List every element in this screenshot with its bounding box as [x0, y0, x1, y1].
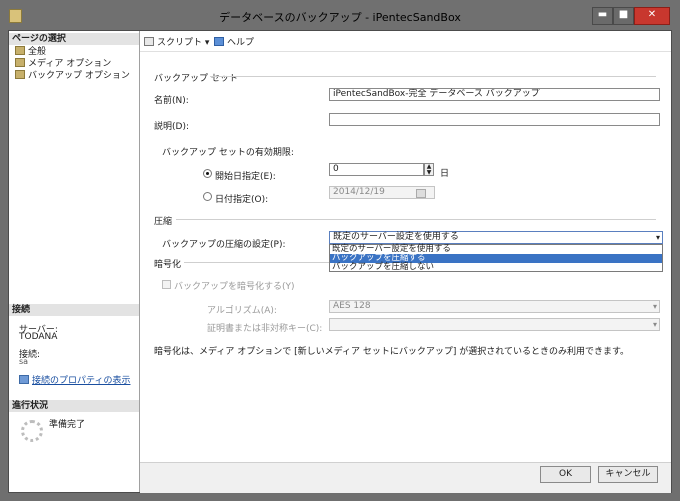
algorithm-label: アルゴリズム(A): [207, 306, 277, 316]
compression-dropdown-list[interactable]: 既定のサーバー設定を使用する バックアップを圧縮する バックアップを圧縮しない [329, 244, 663, 272]
expiration-label: バックアップ セットの有効期限: [162, 148, 294, 158]
encrypt-check-label: バックアップを暗号化する(Y) [174, 282, 295, 292]
divider [184, 262, 329, 263]
window-title: データベースのバックアップ - iPentecSandBox [219, 11, 461, 24]
progress-header: 進行状況 [9, 400, 139, 412]
help-button[interactable]: ヘルプ [214, 35, 254, 48]
divider [210, 76, 656, 77]
divider [176, 219, 656, 220]
left-pane: ページの選択 全般 メディア オプション バックアップ オプション 接続 サーバ… [9, 31, 140, 492]
after-days-label: 開始日指定(E): [215, 172, 276, 182]
nav-item-backup-options[interactable]: バックアップ オプション [15, 70, 130, 81]
minimize-button[interactable]: ▬ [592, 7, 613, 25]
connection-header: 接続 [9, 304, 139, 316]
on-date-radio[interactable] [203, 192, 212, 201]
server-value: TODANA [19, 332, 58, 342]
encrypt-checkbox[interactable] [162, 280, 171, 289]
page-icon [15, 58, 25, 67]
after-days-radio[interactable] [203, 169, 212, 178]
help-icon [214, 37, 224, 46]
days-unit: 日 [440, 169, 450, 179]
progress-status: 準備完了 [49, 420, 86, 430]
progress-spinner-icon [21, 420, 43, 442]
cancel-button[interactable]: キャンセル [598, 466, 658, 483]
encryption-section: 暗号化 [154, 260, 182, 270]
dialog-client: ページの選択 全般 メディア オプション バックアップ オプション 接続 サーバ… [8, 30, 672, 493]
nav-item-general[interactable]: 全般 [15, 46, 46, 57]
toolbar: スクリプト ▾ ヘルプ [140, 31, 671, 52]
compression-section: 圧縮 [154, 217, 173, 227]
close-icon: ✕ [647, 9, 657, 20]
encryption-note: 暗号化は、メディア オプションで [新しいメディア セットにバックアップ] が選… [154, 347, 630, 357]
chevron-down-icon: ▾ [655, 233, 660, 242]
connection-properties-link[interactable]: 接続のプロパティの表示 [19, 373, 130, 386]
backup-set-section: バックアップ セット [154, 74, 238, 84]
page-icon [15, 46, 25, 55]
maximize-icon: ■ [618, 9, 629, 20]
after-days-input[interactable]: 0 [329, 163, 424, 176]
compression-select[interactable]: 既定のサーバー設定を使用する ▾ [329, 231, 663, 244]
script-icon [144, 37, 154, 46]
properties-icon [19, 375, 29, 384]
chevron-down-icon: ▾ [652, 302, 657, 311]
script-button[interactable]: スクリプト ▾ [144, 35, 209, 48]
connection-value: sa [19, 357, 29, 366]
days-spinner[interactable]: ▲ ▼ [424, 163, 434, 176]
chevron-down-icon: ▾ [652, 320, 657, 329]
compression-option[interactable]: バックアップを圧縮しない [330, 263, 662, 272]
calendar-icon[interactable] [416, 189, 426, 198]
algorithm-select[interactable]: AES 128 ▾ [329, 300, 660, 313]
name-input[interactable]: iPentecSandBox-完全 データベース バックアップ [329, 88, 660, 101]
nav-item-media-options[interactable]: メディア オプション [15, 58, 111, 69]
name-label: 名前(N): [154, 96, 189, 106]
page-icon [15, 70, 25, 79]
maximize-button[interactable]: ■ [613, 7, 634, 25]
certificate-label: 証明書または非対称キー(C): [207, 324, 323, 334]
dialog-window: データベースのバックアップ - iPentecSandBox ▬ ■ ✕ ページ… [0, 0, 680, 501]
title-bar[interactable]: データベースのバックアップ - iPentecSandBox ▬ ■ ✕ [0, 0, 680, 30]
chevron-down-icon: ▾ [204, 38, 210, 48]
close-button[interactable]: ✕ [634, 7, 670, 25]
button-bar: OK キャンセル [140, 462, 671, 493]
main-pane: スクリプト ▾ ヘルプ バックアップ セット 名前(N): iPentecSan… [140, 31, 671, 493]
minimize-icon: ▬ [597, 9, 608, 20]
on-date-label: 日付指定(O): [215, 195, 269, 205]
ok-button[interactable]: OK [540, 466, 591, 483]
select-page-header: ページの選択 [9, 33, 139, 45]
certificate-select[interactable]: ▾ [329, 318, 660, 331]
compression-label: バックアップの圧縮の設定(P): [162, 240, 286, 250]
description-label: 説明(D): [154, 122, 189, 132]
description-input[interactable] [329, 113, 660, 126]
